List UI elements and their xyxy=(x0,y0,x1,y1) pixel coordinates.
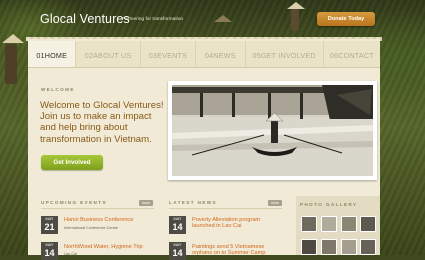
event-location: Lao Cai xyxy=(64,252,78,256)
divider xyxy=(41,208,154,209)
nav-label: ABOUT US xyxy=(93,51,132,60)
conical-hat-icon xyxy=(287,2,305,9)
nav-label: GET INVOLVED xyxy=(260,51,316,60)
conical-hat-icon xyxy=(2,34,24,43)
gallery-thumbnail[interactable] xyxy=(301,216,317,232)
nav-label: NEWS xyxy=(213,51,236,60)
gallery-thumbnail[interactable] xyxy=(341,216,357,232)
divider xyxy=(169,208,282,209)
events-more-button[interactable]: more xyxy=(139,200,153,206)
news-more-button[interactable]: more xyxy=(268,200,282,206)
site-tagline: Partnering for transformation xyxy=(122,17,184,22)
news-date-badge: MAY 14 xyxy=(169,242,186,260)
news-title-link[interactable]: Poverty Alleviation program launched in … xyxy=(192,217,284,230)
event-location: International Conference Centre xyxy=(64,226,119,230)
farmer-figure xyxy=(291,9,299,31)
news-heading: LATEST NEWS xyxy=(169,200,217,205)
event-title-link[interactable]: NorthWood Water, Hygiene Trip xyxy=(64,244,156,250)
gallery-thumbnail[interactable] xyxy=(321,216,337,232)
nav-label: EVENTS xyxy=(157,51,188,60)
nav-item-about-us[interactable]: 02ABOUT US xyxy=(76,41,141,67)
events-heading: UPCOMING EVENTS xyxy=(41,200,107,205)
date-day: 14 xyxy=(172,222,183,232)
main-nav: 01HOME 02ABOUT US 03EVENTS 04NEWS 05GET … xyxy=(28,41,380,68)
news-date-badge: MAY 14 xyxy=(169,216,186,234)
nav-label: HOME xyxy=(44,51,68,60)
gallery-thumbnail[interactable] xyxy=(360,216,376,232)
nav-item-events[interactable]: 03EVENTS xyxy=(141,41,197,67)
nav-item-contact[interactable]: 06CONTACT xyxy=(324,41,380,67)
nav-item-home[interactable]: 01HOME xyxy=(28,41,77,67)
date-day: 14 xyxy=(44,248,55,258)
gallery-thumbnail[interactable] xyxy=(341,239,357,255)
nav-number: 06 xyxy=(329,51,339,60)
gallery-thumbnail[interactable] xyxy=(301,239,317,255)
date-day: 14 xyxy=(172,248,183,258)
nav-number: 03 xyxy=(148,51,158,60)
gallery-thumbnail[interactable] xyxy=(360,239,376,255)
donate-button[interactable]: Donate Today xyxy=(317,12,375,26)
nav-item-news[interactable]: 04NEWS xyxy=(196,41,246,67)
event-date-badge: MAY 14 xyxy=(41,242,58,260)
boat-on-river-image xyxy=(172,85,373,176)
event-date-badge: MAY 21 xyxy=(41,216,58,234)
get-involved-button[interactable]: Get Involved xyxy=(41,155,103,170)
nav-label: CONTACT xyxy=(338,51,374,60)
welcome-message: Welcome to Glocal Ventures! Join us to m… xyxy=(40,100,164,145)
farmer-figure xyxy=(5,44,17,84)
site-logo[interactable]: Glocal Ventures xyxy=(40,12,130,26)
nav-item-get-involved[interactable]: 05GET INVOLVED xyxy=(246,41,324,67)
hero-photo xyxy=(172,85,373,176)
nav-number: 01 xyxy=(36,51,45,60)
welcome-heading: WELCOME xyxy=(41,87,75,92)
nav-number: 05 xyxy=(252,51,261,60)
date-day: 21 xyxy=(44,222,55,232)
gallery-heading: PHOTO GALLERY xyxy=(300,202,358,207)
event-title-link[interactable]: Hanoi Business Conference xyxy=(64,217,156,223)
conical-hat-icon xyxy=(214,15,232,22)
nav-number: 02 xyxy=(84,51,94,60)
gallery-thumbnail[interactable] xyxy=(321,239,337,255)
